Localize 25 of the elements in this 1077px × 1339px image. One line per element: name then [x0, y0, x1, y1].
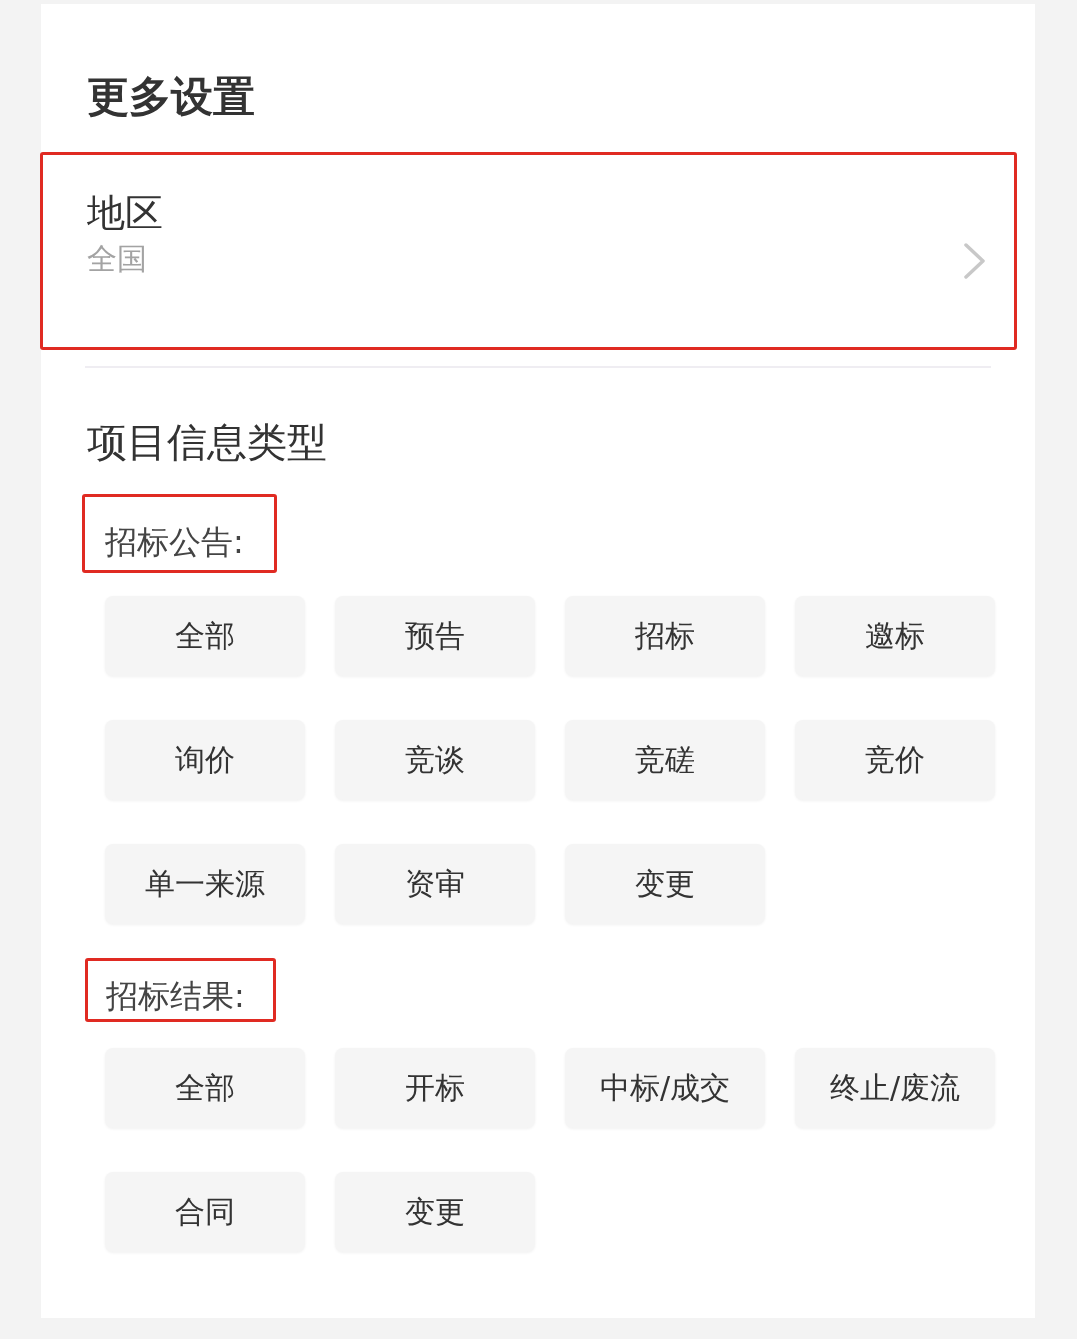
- region-label: 地区: [87, 191, 163, 237]
- filter-chip[interactable]: 中标/成交: [565, 1047, 765, 1128]
- filter-chip[interactable]: 合同: [105, 1171, 305, 1252]
- region-setting-row[interactable]: 地区 全国: [40, 152, 1017, 351]
- chevron-right-icon: [964, 243, 986, 280]
- filter-chip[interactable]: 变更: [335, 1171, 535, 1252]
- group-label: 招标公告:: [105, 523, 244, 562]
- filter-chip[interactable]: 预告: [335, 595, 535, 676]
- filter-chip[interactable]: 竞谈: [335, 719, 535, 800]
- filter-chip[interactable]: 邀标: [795, 595, 995, 676]
- page-title: 更多设置: [87, 74, 255, 121]
- filter-chip[interactable]: 开标: [335, 1047, 535, 1128]
- filter-chip[interactable]: 询价: [105, 719, 305, 800]
- filter-chip[interactable]: 终止/废流: [795, 1047, 995, 1128]
- filter-chip[interactable]: 招标: [565, 595, 765, 676]
- filter-chip[interactable]: 全部: [105, 595, 305, 676]
- section-title: 项目信息类型: [87, 418, 327, 467]
- filter-chip[interactable]: 竞价: [795, 719, 995, 800]
- region-value: 全国: [87, 240, 147, 277]
- filter-chip[interactable]: 变更: [565, 843, 765, 924]
- filter-chip[interactable]: 竞磋: [565, 719, 765, 800]
- filter-chip[interactable]: 全部: [105, 1047, 305, 1128]
- group-label: 招标结果:: [106, 976, 245, 1015]
- filter-chip[interactable]: 单一来源: [105, 843, 305, 924]
- filter-chip[interactable]: 资审: [335, 843, 535, 924]
